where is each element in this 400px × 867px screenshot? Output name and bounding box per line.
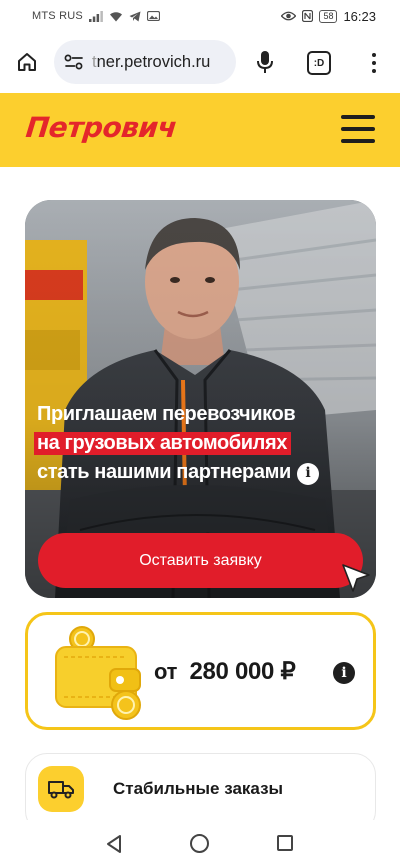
site-header: Петрович	[0, 93, 400, 167]
hero-title: Приглашаем перевозчиков на грузовых авто…	[34, 400, 372, 487]
menu-dot	[372, 53, 376, 57]
recent-apps-icon[interactable]	[277, 835, 293, 851]
signal-icon	[88, 10, 103, 22]
eye-icon	[281, 11, 297, 21]
burger-line	[341, 139, 375, 143]
income-amount: от 280 000 ₽	[154, 657, 296, 686]
status-bar: MTS RUS 58 16:23	[0, 0, 400, 32]
home-circle-icon[interactable]	[190, 834, 209, 853]
browser-home-button[interactable]	[14, 49, 40, 75]
gallery-icon	[146, 11, 160, 21]
menu-dot	[372, 61, 376, 65]
hamburger-menu-button[interactable]	[341, 115, 375, 143]
system-navigation-bar	[0, 820, 400, 867]
site-settings-icon[interactable]	[64, 54, 84, 70]
hero-line-3-text: стать нашими партнерами	[37, 461, 291, 483]
hero-line-2: на грузовых автомобилях	[34, 429, 372, 458]
voice-search-button[interactable]	[252, 49, 278, 75]
burger-line	[341, 127, 375, 131]
income-value: 280 000 ₽	[189, 658, 296, 685]
telegram-icon	[129, 11, 141, 22]
menu-dot	[372, 69, 376, 73]
url-text-domain: ner.petrovich.ru	[96, 52, 211, 71]
browser-toolbar: tner.petrovich.ru :D	[0, 32, 400, 92]
cursor-arrow-icon	[342, 564, 370, 592]
info-icon[interactable]: i	[296, 462, 319, 485]
status-right: 58 16:23	[281, 9, 376, 24]
carrier-label: MTS RUS	[32, 10, 83, 22]
home-icon	[18, 53, 36, 71]
truck-icon	[48, 781, 74, 799]
nfc-icon	[302, 10, 314, 22]
income-card: от 280 000 ₽ i	[25, 612, 376, 730]
browser-menu-button[interactable]	[365, 50, 383, 76]
battery-indicator: 58	[319, 9, 338, 23]
income-info-icon[interactable]: i	[333, 662, 355, 684]
url-text: tner.petrovich.ru	[92, 53, 210, 72]
tab-switcher-button[interactable]: :D	[307, 51, 331, 75]
status-left: MTS RUS	[32, 10, 160, 22]
wallet-icon	[55, 626, 141, 720]
income-prefix: от	[154, 659, 178, 684]
truck-icon-tile	[38, 766, 84, 812]
address-bar[interactable]: tner.petrovich.ru	[54, 40, 236, 84]
back-icon[interactable]	[105, 834, 123, 854]
wifi-icon	[109, 11, 123, 22]
hero-highlight: на грузовых автомобилях	[34, 432, 291, 455]
microphone-icon	[257, 51, 273, 73]
clock: 16:23	[343, 8, 376, 24]
submit-application-button[interactable]: Оставить заявку	[38, 533, 363, 588]
petrovich-logo[interactable]: Петрович	[24, 111, 178, 144]
hero-line-3: стать нашими партнерами i	[37, 458, 372, 487]
feature-title: Стабильные заказы	[113, 779, 284, 798]
hero-line-1: Приглашаем перевозчиков	[37, 403, 296, 425]
burger-line	[341, 115, 375, 119]
hero-banner: Приглашаем перевозчиков на грузовых авто…	[25, 200, 376, 598]
